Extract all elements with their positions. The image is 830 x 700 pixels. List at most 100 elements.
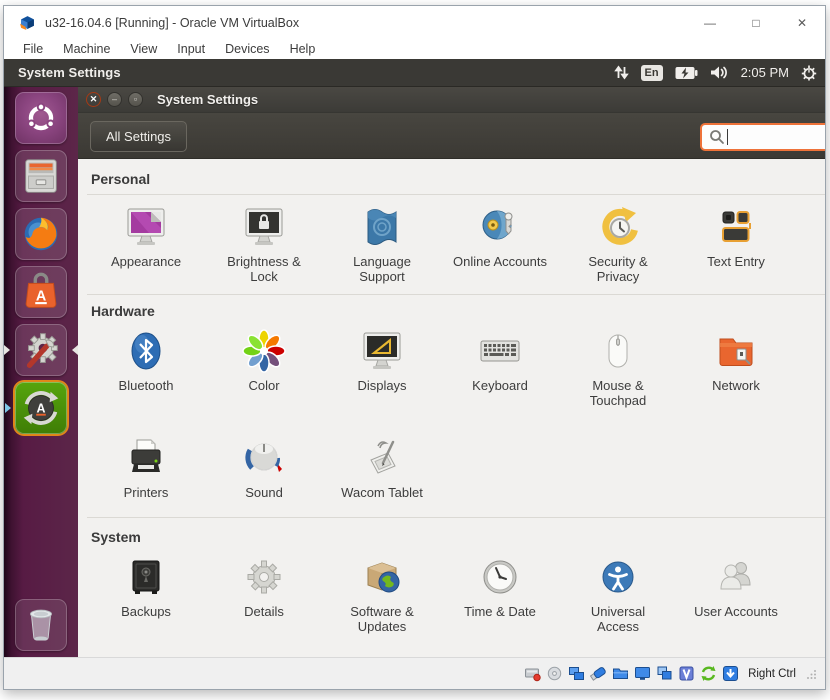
display-icon[interactable]: [634, 665, 651, 682]
language-support-icon: [358, 203, 406, 251]
harddisk-icon[interactable]: [524, 665, 541, 682]
usb-icon[interactable]: [590, 665, 607, 682]
settings-item-brightness-lock[interactable]: Brightness & Lock: [205, 203, 323, 284]
item-label: Displays: [357, 378, 406, 393]
section-title-system: System: [91, 529, 825, 545]
close-window-button[interactable]: ✕: [86, 92, 101, 107]
settings-item-details[interactable]: Details: [205, 553, 323, 634]
item-label: Keyboard: [472, 378, 528, 393]
network-icon: [712, 327, 760, 375]
item-label: Color: [248, 378, 279, 393]
settings-toolbar: All Settings: [78, 113, 825, 159]
clock[interactable]: 2:05 PM: [741, 65, 789, 80]
settings-item-software-updates[interactable]: Software & Updates: [323, 553, 441, 634]
menu-file[interactable]: File: [13, 42, 53, 56]
mouse-integration-icon[interactable]: [700, 665, 717, 682]
settings-item-network[interactable]: Network: [677, 327, 795, 408]
host-key-label: Right Ctrl: [748, 668, 796, 680]
settings-item-time-date[interactable]: Time & Date: [441, 553, 559, 634]
trash-icon: [18, 602, 64, 648]
item-label: Online Accounts: [453, 254, 547, 269]
time-date-icon: [476, 553, 524, 601]
printers-icon: [122, 434, 170, 482]
separator: [87, 294, 825, 295]
search-input[interactable]: [728, 130, 825, 145]
settings-item-keyboard[interactable]: Keyboard: [441, 327, 559, 408]
settings-item-appearance[interactable]: Appearance: [87, 203, 205, 284]
close-button[interactable]: ✕: [779, 6, 825, 39]
optical-disc-icon[interactable]: [546, 665, 563, 682]
universal-access-icon: [594, 553, 642, 601]
video-capture-icon[interactable]: [656, 665, 673, 682]
item-label: Wacom Tablet: [341, 485, 423, 500]
separator: [87, 194, 825, 195]
settings-item-mouse-touchpad[interactable]: Mouse & Touchpad: [559, 327, 677, 408]
launcher-software-updater[interactable]: A: [15, 382, 67, 434]
maximize-window-button[interactable]: ▫: [128, 92, 143, 107]
settings-item-text-entry[interactable]: Text Entry: [677, 203, 795, 284]
settings-item-displays[interactable]: Displays: [323, 327, 441, 408]
item-label: Text Entry: [707, 254, 765, 269]
network-adapters-icon[interactable]: [568, 665, 585, 682]
battery-icon[interactable]: [675, 66, 698, 80]
keyboard-capture-icon[interactable]: [722, 665, 739, 682]
menu-help[interactable]: Help: [280, 42, 326, 56]
menu-devices[interactable]: Devices: [215, 42, 279, 56]
menu-view[interactable]: View: [120, 42, 167, 56]
backups-icon: [122, 553, 170, 601]
text-entry-icon: [712, 203, 760, 251]
settings-item-color[interactable]: Color: [205, 327, 323, 408]
launcher-files[interactable]: [15, 150, 67, 202]
item-label: Brightness & Lock: [215, 254, 313, 284]
item-label: Appearance: [111, 254, 181, 269]
resize-grip[interactable]: [807, 669, 817, 679]
vbox-titlebar: u32-16.04.6 [Running] - Oracle VM Virtua…: [4, 6, 825, 39]
settings-item-sound[interactable]: Sound: [205, 434, 323, 500]
network-traffic-icon[interactable]: [614, 65, 629, 80]
settings-item-bluetooth[interactable]: Bluetooth: [87, 327, 205, 408]
vbox-statusbar: Right Ctrl: [4, 657, 825, 689]
features-chip-icon[interactable]: [678, 665, 695, 682]
item-label: Bluetooth: [119, 378, 174, 393]
launcher-ubuntu-software[interactable]: A: [15, 266, 67, 318]
settings-item-universal-access[interactable]: Universal Access: [559, 553, 677, 634]
settings-content: Personal: [78, 159, 825, 657]
minimize-window-button[interactable]: –: [107, 92, 122, 107]
item-label: Network: [712, 378, 760, 393]
search-box[interactable]: [700, 123, 825, 151]
launcher-firefox[interactable]: [15, 208, 67, 260]
launcher-system-settings[interactable]: [15, 324, 67, 376]
settings-titlebar[interactable]: ✕ – ▫ System Settings: [78, 87, 825, 113]
settings-item-wacom[interactable]: Wacom Tablet: [323, 434, 441, 500]
settings-item-printers[interactable]: Printers: [87, 434, 205, 500]
keyboard-layout-indicator[interactable]: En: [641, 65, 663, 81]
settings-item-user-accounts[interactable]: User Accounts: [677, 553, 795, 634]
volume-icon[interactable]: [710, 65, 729, 80]
launcher-ubuntu-dash[interactable]: [15, 92, 67, 144]
section-title-hardware: Hardware: [91, 303, 825, 319]
color-icon: [240, 327, 288, 375]
shared-folders-icon[interactable]: [612, 665, 629, 682]
settings-item-backups[interactable]: Backups: [87, 553, 205, 634]
running-indicator-arrow: [4, 345, 10, 355]
settings-item-language-support[interactable]: Language Support: [323, 203, 441, 284]
launcher-trash[interactable]: [15, 599, 67, 651]
item-label: User Accounts: [694, 604, 778, 619]
displays-icon: [358, 327, 406, 375]
minimize-button[interactable]: —: [687, 6, 733, 39]
software-bag-icon: A: [18, 269, 64, 315]
updater-icon: A: [18, 385, 64, 431]
menu-machine[interactable]: Machine: [53, 42, 120, 56]
settings-item-security-privacy[interactable]: Security & Privacy: [559, 203, 677, 284]
session-gear-icon[interactable]: [801, 65, 817, 81]
menu-input[interactable]: Input: [167, 42, 215, 56]
updater-indicator-arrow: [5, 403, 11, 413]
maximize-button[interactable]: □: [733, 6, 779, 39]
software-updates-icon: [358, 553, 406, 601]
system-settings-window: ✕ – ▫ System Settings All Settings: [78, 87, 825, 657]
item-label: Mouse & Touchpad: [569, 378, 667, 408]
gear-wrench-icon: [18, 327, 64, 373]
ubuntu-top-panel: System Settings En 2:05 PM: [4, 59, 825, 87]
settings-item-online-accounts[interactable]: Online Accounts: [441, 203, 559, 284]
all-settings-button[interactable]: All Settings: [90, 121, 187, 152]
